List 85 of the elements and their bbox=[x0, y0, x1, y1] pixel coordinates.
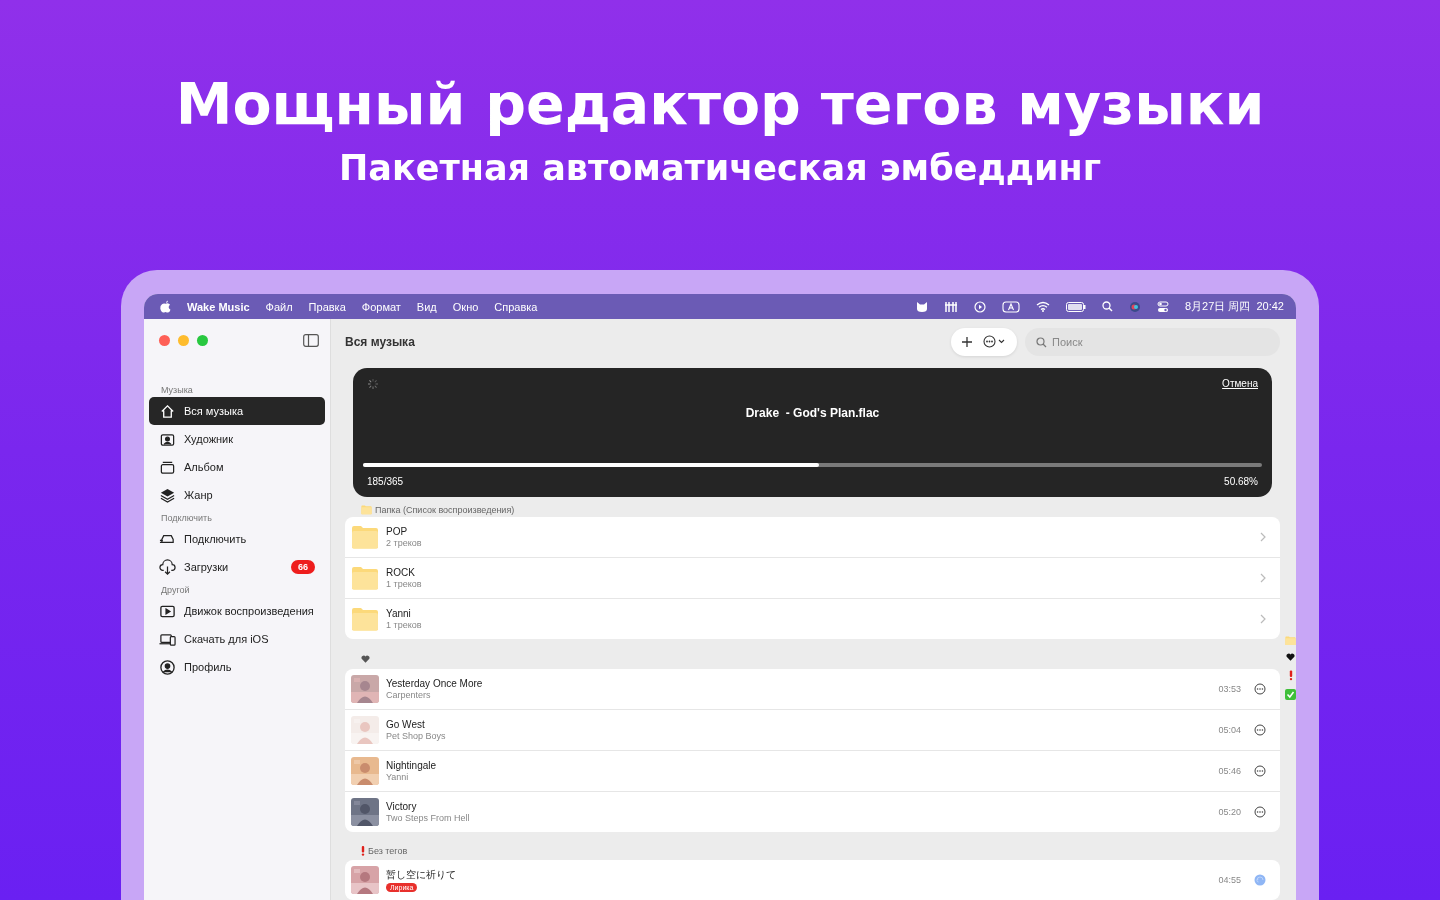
folder-icon bbox=[351, 565, 379, 590]
more-button[interactable] bbox=[1254, 683, 1266, 695]
sidebar-section-title: Музыка bbox=[160, 384, 194, 397]
folder-icon bbox=[361, 505, 372, 515]
keyboard-input-icon[interactable] bbox=[1001, 300, 1020, 313]
duration: 03:53 bbox=[1218, 684, 1241, 694]
search-field[interactable]: Поиск bbox=[1025, 327, 1280, 356]
chevron-right-icon bbox=[1260, 613, 1266, 624]
artist-name: Pet Shop Boys bbox=[386, 731, 447, 741]
sidebar-item[interactable]: Загрузки 66 bbox=[149, 553, 325, 581]
sidebar-item[interactable]: Движок воспроизведения bbox=[149, 597, 325, 625]
folder-icon bbox=[351, 606, 379, 631]
exclamation-icon bbox=[361, 846, 365, 856]
more-menu-button[interactable] bbox=[983, 335, 1007, 349]
subheadline: Пакетная автоматическая эмбеддинг bbox=[339, 147, 1101, 190]
count-badge: 66 bbox=[291, 560, 315, 574]
duration: 05:04 bbox=[1218, 725, 1241, 735]
menu-item[interactable]: Справка bbox=[494, 300, 538, 313]
chevron-right-icon bbox=[1260, 531, 1266, 542]
track-title: Nightingale bbox=[386, 760, 438, 771]
track-title: Yesterday Once More bbox=[386, 678, 484, 689]
clock[interactable]: 8月27日 周四 20:42 bbox=[1184, 299, 1284, 314]
track-title: Victory bbox=[386, 801, 418, 812]
sidebar-item[interactable]: Жанр bbox=[149, 481, 325, 509]
sidebar-item[interactable]: Скачать для iOS bbox=[149, 625, 325, 653]
sidebar-item[interactable]: Художник bbox=[149, 425, 325, 453]
track-count: 1 треков bbox=[386, 578, 423, 589]
sidebar-item[interactable]: Подключить bbox=[149, 525, 325, 553]
track-title: Go West bbox=[386, 719, 426, 730]
chevron-right-icon bbox=[1260, 572, 1266, 583]
checkmark-icon[interactable] bbox=[1285, 688, 1296, 700]
menu-item[interactable]: Формат bbox=[361, 300, 401, 313]
duration: 04:55 bbox=[1218, 875, 1241, 885]
sidebar-item[interactable]: Профиль bbox=[149, 653, 325, 681]
more-button[interactable] bbox=[1254, 806, 1266, 818]
section-label: Папка (Список воспроизведения) bbox=[375, 504, 515, 515]
battery-icon[interactable] bbox=[1065, 301, 1086, 312]
folder-icon bbox=[351, 524, 379, 549]
more-button[interactable] bbox=[1254, 724, 1266, 736]
sidebar-section-title: Другой bbox=[160, 584, 191, 597]
track-count: 2 треков bbox=[386, 537, 423, 548]
folder-index-icon bbox=[1285, 636, 1296, 646]
menu-item[interactable]: Вид bbox=[416, 300, 437, 313]
apple-icon bbox=[160, 300, 171, 313]
cancel-link[interactable]: Отмена bbox=[1222, 377, 1258, 389]
track-count: 1 треков bbox=[386, 619, 423, 630]
duration: 05:46 bbox=[1218, 766, 1241, 776]
duration: 05:20 bbox=[1218, 807, 1241, 817]
layers-icon bbox=[159, 486, 176, 504]
menu-item[interactable]: Файл bbox=[265, 300, 293, 313]
add-button[interactable] bbox=[961, 335, 973, 348]
app-menu[interactable]: Wake Music bbox=[187, 300, 250, 313]
folder-name: POP bbox=[386, 525, 409, 537]
track-title: 暂し空に祈りて bbox=[386, 868, 457, 882]
sidebar-section-title: Подключить bbox=[160, 512, 213, 525]
sidebar-item[interactable]: Вся музыка bbox=[149, 397, 325, 425]
section-label: Без тегов bbox=[368, 846, 408, 856]
search-icon[interactable] bbox=[1101, 301, 1113, 312]
sidebar-item[interactable]: Альбом bbox=[149, 453, 325, 481]
home-icon bbox=[159, 402, 176, 420]
cat-icon[interactable] bbox=[915, 300, 928, 313]
artist-name: Two Steps From Hell bbox=[386, 813, 471, 823]
cloud-download-icon bbox=[159, 558, 176, 576]
control-center-icon[interactable] bbox=[1156, 300, 1169, 313]
heart-icon bbox=[361, 654, 370, 663]
menu-item[interactable]: Правка bbox=[308, 300, 346, 313]
heart-icon bbox=[1286, 653, 1295, 662]
file-name: Drake - God's Plan.flac bbox=[744, 405, 881, 420]
wifi-icon[interactable] bbox=[1035, 301, 1050, 312]
sidebar-toggle-icon[interactable] bbox=[303, 333, 319, 347]
menu-item[interactable]: Окно bbox=[452, 300, 479, 313]
close-button[interactable] bbox=[159, 334, 170, 346]
progress-percent: 50.68% bbox=[1224, 475, 1258, 487]
profile-icon bbox=[159, 658, 176, 676]
window-title: Вся музыка bbox=[345, 334, 416, 349]
folder-name: ROCK bbox=[386, 566, 416, 578]
headline: Мощный редактор тегов музыки bbox=[175, 70, 1265, 138]
artist-name: Carpenters bbox=[386, 690, 432, 700]
more-button[interactable] bbox=[1254, 765, 1266, 777]
play-circle-icon[interactable] bbox=[973, 300, 986, 313]
exclamation-icon bbox=[1288, 669, 1293, 681]
artist-name: Yanni bbox=[386, 772, 410, 782]
folder-name: Yanni bbox=[386, 607, 412, 619]
spinner-icon bbox=[367, 377, 379, 390]
progress-count: 185/365 bbox=[367, 475, 404, 487]
